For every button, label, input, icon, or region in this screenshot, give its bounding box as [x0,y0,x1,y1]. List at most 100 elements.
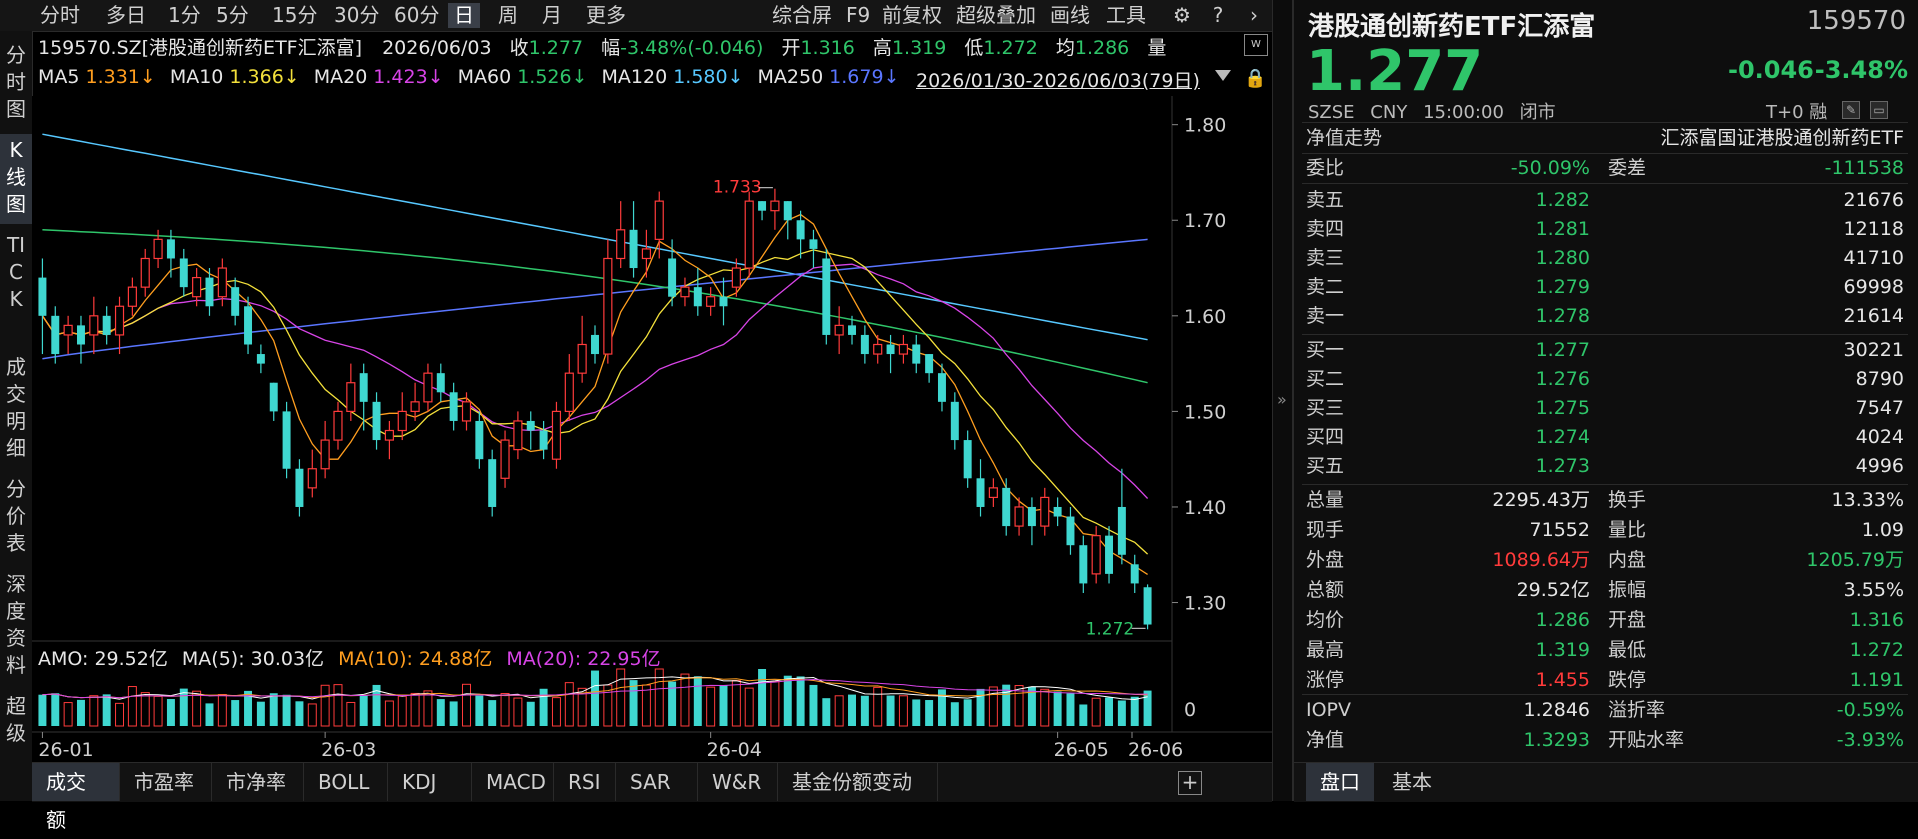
add-indicator-button[interactable]: + [1178,771,1202,795]
ask-level-row: 卖二 1.279 69998 [1302,273,1908,302]
left-tab[interactable]: 分价表 [0,473,32,563]
stat-label: 净值 [1306,729,1345,751]
volume-bar [860,695,869,726]
left-tab[interactable]: K线图 [0,134,32,224]
stat-label: 最低 [1608,639,1647,661]
candle-body [244,306,253,345]
period-tab[interactable]: 分时 [34,3,86,28]
volume-bar [963,699,972,726]
edit-icon[interactable]: ✎ [1842,101,1860,119]
ask-level-row: 卖五 1.282 21676 [1302,186,1908,215]
left-tab[interactable]: TICK [0,229,32,346]
volume-bar [641,684,651,727]
indicator-tab[interactable]: KDJ [388,763,472,801]
stat-value: 29.52亿 [1516,579,1590,601]
candle-body [346,382,356,412]
candle-body [641,248,651,260]
ask-price[interactable]: 1.282 [1536,186,1590,215]
candle-body [912,344,921,364]
order-ratio-label: 委比 [1306,157,1345,179]
candle-body [860,334,869,355]
volume-bar [809,684,818,726]
period-tab[interactable]: 日 [448,3,480,28]
bid-price[interactable]: 1.273 [1536,452,1590,481]
stat-label: 溢折率 [1608,699,1666,721]
toolbar-item[interactable]: 画线 [1044,3,1096,28]
ask-level-label: 卖二 [1306,276,1345,298]
toolbar-item[interactable]: 综合屏 [766,3,838,28]
panel-splitter[interactable]: » [1272,0,1293,801]
quote-panel-tab[interactable]: 盘口 [1306,763,1374,801]
x-tick-label: 26-01 [38,739,93,761]
period-tab[interactable]: 30分 [328,3,385,28]
quote-date: 2026/06/03 [382,37,492,59]
period-tab[interactable]: 5分 [210,3,255,28]
quote-panel-tab[interactable]: 基本 [1378,763,1446,801]
period-tab[interactable]: 月 [536,3,568,28]
volume-bar [397,695,407,727]
left-view-tabs: 分时图 K线图 TICK 成交明细分价表深度资料超级 [0,31,33,801]
nav-trend-link[interactable]: 净值走势 [1306,124,1382,153]
bid-price[interactable]: 1.277 [1536,336,1590,365]
dropdown-arrow-icon[interactable] [1215,70,1231,81]
bid-price[interactable]: 1.276 [1536,365,1590,394]
toolbar-item[interactable]: 前复权 [876,3,948,28]
candle-body [372,401,381,441]
indicator-tab[interactable]: MACD [472,763,554,801]
stat-label: 开盘 [1608,609,1647,631]
ask-price[interactable]: 1.278 [1536,302,1590,331]
volume-bar [564,682,574,727]
left-tab[interactable]: 分时图 [0,39,32,129]
candle-body [809,239,818,249]
date-range[interactable]: 2026/01/30-2026/06/03(79日) [916,66,1200,93]
indicator-tab[interactable]: SAR [616,763,698,801]
candle-body [848,325,856,335]
ma-value: 1.580↓ [673,66,744,88]
window-icon[interactable]: ▭ [1870,101,1888,119]
left-tab-label: TICK [6,233,26,311]
indicator-tab[interactable]: RSI [554,763,616,801]
ask-price[interactable]: 1.280 [1536,244,1590,273]
volume-bar [333,684,343,727]
stat-row: 最高 1.319 最低 1.272 [1302,636,1908,665]
low-value: 1.272 [983,37,1038,59]
bid-price[interactable]: 1.274 [1536,423,1590,452]
bid-price[interactable]: 1.275 [1536,394,1590,423]
chevron-right-icon[interactable]: › [1240,3,1268,28]
help-icon[interactable]: ? [1204,3,1232,28]
bid-level-label: 买一 [1306,339,1345,361]
indicator-tab[interactable]: 基金份额变动 [778,763,938,801]
ask-price[interactable]: 1.281 [1536,215,1590,244]
indicator-tab[interactable]: BOLL [304,763,388,801]
gear-icon[interactable]: ⚙ [1168,3,1196,28]
open-value: 1.316 [800,37,855,59]
indicator-tab[interactable]: W&R [698,763,778,801]
volume-bar [731,680,741,727]
toolbar-item[interactable]: F9 [840,3,876,28]
period-tab[interactable]: 1分 [162,3,207,28]
left-tab[interactable]: 深度资料 [0,568,32,685]
ask-volume: 12118 [1843,218,1904,240]
web-icon[interactable]: W [1244,34,1268,56]
left-tab[interactable]: 超级 [0,690,32,753]
period-tab[interactable]: 60分 [388,3,445,28]
period-tab[interactable]: 15分 [266,3,323,28]
collapse-icon[interactable]: » [1277,390,1287,409]
ask-price[interactable]: 1.279 [1536,273,1590,302]
indicator-tab[interactable]: 市净率 [212,763,304,801]
stat-row: IOPV 1.2846 溢折率 -0.59% [1302,696,1908,725]
volume-bar [89,695,99,727]
candle-body [384,429,394,441]
lock-icon[interactable]: 🔒 [1244,68,1266,89]
period-tab[interactable]: 更多 [580,3,632,28]
indicator-tab[interactable]: 市盈率 [120,763,212,801]
period-tab[interactable]: 多日 [100,3,152,28]
toolbar-item[interactable]: 工具 [1100,3,1152,28]
ma-label: MA5 [38,66,80,88]
stat-label: 外盘 [1306,549,1345,571]
toolbar-item[interactable]: 超级叠加 [950,3,1042,28]
indicator-tab[interactable]: 成交额 [32,763,120,832]
left-tab[interactable]: 成交明细 [0,351,32,468]
period-tab[interactable]: 周 [492,3,524,28]
volume-bar [770,680,780,727]
